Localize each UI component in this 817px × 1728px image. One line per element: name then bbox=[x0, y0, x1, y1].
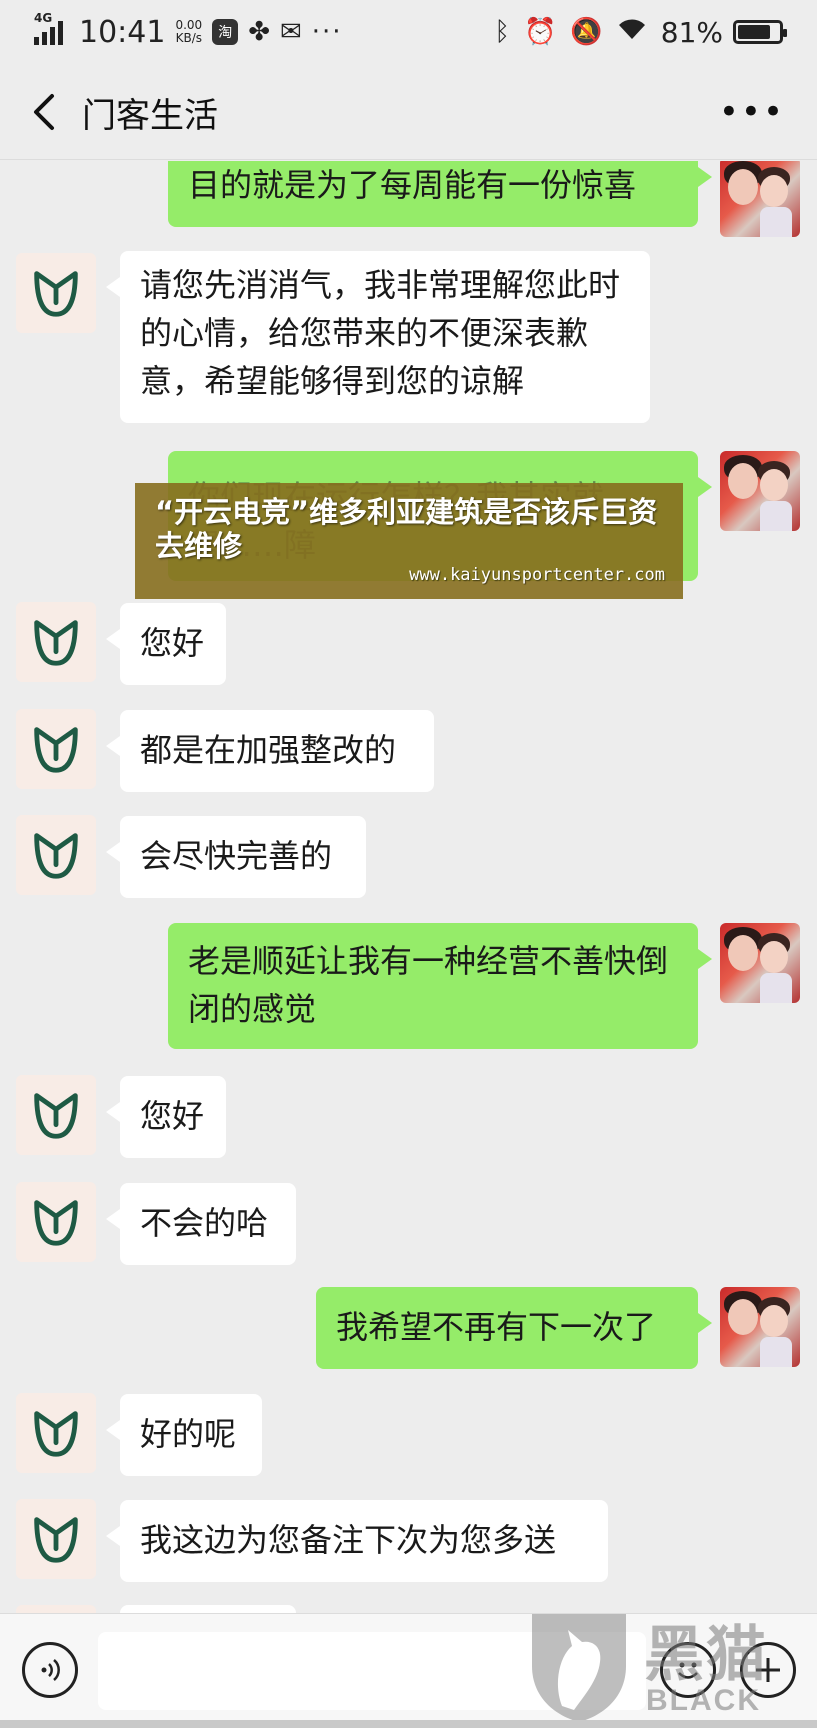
ad-overlay-banner[interactable]: “开云电竞”维多利亚建筑是否该斥巨资去维修 www.kaiyunsportcen… bbox=[135, 483, 683, 599]
black-cat-watermark: 黑猫 BLACK CAT bbox=[520, 1600, 817, 1728]
user-avatar[interactable] bbox=[720, 161, 800, 237]
chat-header: 门客生活 ••• bbox=[0, 64, 817, 160]
tulip-logo-icon bbox=[34, 271, 78, 317]
cat-shield-logo-icon bbox=[532, 1614, 626, 1722]
user-avatar[interactable] bbox=[720, 923, 800, 1003]
chevron-left-icon bbox=[34, 94, 54, 130]
status-bar: 4G 10:41 0.00 KB/s 淘 ✤ ✉ ··· ᛒ ⏰ 🔕 81% bbox=[0, 0, 817, 64]
message-bubble[interactable]: 好的呢 bbox=[106, 1394, 262, 1476]
service-avatar[interactable] bbox=[16, 1182, 96, 1262]
watermark-cn: 黑猫 bbox=[644, 1620, 768, 1690]
service-avatar[interactable] bbox=[16, 1499, 96, 1579]
message-list[interactable]: 目的就是为了每周能有一份惊喜 请您先消消气，我非常理解您此时的心情，给您带来的不… bbox=[0, 161, 817, 1613]
message-bubble[interactable]: 您好 bbox=[106, 1076, 226, 1158]
more-options-button[interactable]: ••• bbox=[719, 92, 785, 132]
speed-unit: KB/s bbox=[175, 31, 203, 45]
message-bubble[interactable]: 您好 bbox=[106, 603, 226, 685]
voice-icon bbox=[41, 1659, 60, 1681]
bluetooth-icon: ᛒ bbox=[494, 17, 511, 47]
service-avatar[interactable] bbox=[16, 253, 96, 333]
service-avatar[interactable] bbox=[16, 815, 96, 895]
overlay-title: “开云电竞”维多利亚建筑是否该斥巨资去维修 bbox=[155, 495, 658, 563]
service-avatar[interactable] bbox=[16, 709, 96, 789]
tulip-logo-icon bbox=[34, 620, 78, 666]
signal-icon: 4G bbox=[34, 11, 63, 45]
tulip-logo-icon bbox=[34, 727, 78, 773]
tulip-logo-icon bbox=[34, 1093, 78, 1139]
back-button[interactable] bbox=[26, 90, 66, 134]
user-avatar[interactable] bbox=[720, 1287, 800, 1367]
tulip-logo-icon bbox=[34, 1411, 78, 1457]
chat-title: 门客生活 bbox=[82, 96, 218, 136]
tulip-logo-icon bbox=[34, 1200, 78, 1246]
battery-percent: 81% bbox=[660, 15, 723, 49]
network-speed: 0.00 KB/s bbox=[175, 19, 202, 45]
message-bubble-partial[interactable] bbox=[120, 1605, 296, 1613]
network-type: 4G bbox=[34, 11, 53, 25]
wifi-icon bbox=[617, 17, 647, 48]
message-bubble[interactable]: 我这边为您备注下次为您多送 bbox=[106, 1500, 608, 1582]
clock: 10:41 bbox=[79, 14, 166, 50]
message-bubble[interactable]: 不会的哈 bbox=[106, 1183, 296, 1265]
service-avatar[interactable] bbox=[16, 1075, 96, 1155]
taobao-icon: 淘 bbox=[212, 19, 239, 45]
message-bubble[interactable]: 目的就是为了每周能有一份惊喜 bbox=[168, 161, 712, 227]
battery-indicator: 81% bbox=[660, 15, 787, 49]
alarm-icon: ⏰ bbox=[524, 17, 557, 47]
message-bubble[interactable]: 都是在加强整改的 bbox=[106, 710, 434, 792]
message-bubble[interactable]: 我希望不再有下一次了 bbox=[316, 1287, 712, 1369]
overlay-url: www.kaiyunsportcenter.com bbox=[409, 565, 665, 585]
message-bubble[interactable]: 老是顺延让我有一种经营不善快倒闭的感觉 bbox=[168, 923, 712, 1049]
mail-icon: ✉ bbox=[279, 17, 302, 47]
voice-input-button[interactable] bbox=[22, 1642, 78, 1698]
user-avatar[interactable] bbox=[720, 451, 800, 531]
tulip-logo-icon bbox=[34, 833, 78, 879]
more-notifications-icon: ··· bbox=[311, 17, 343, 47]
message-bubble[interactable]: 请您先消消气，我非常理解您此时的心情，给您带来的不便深表歉意，希望能够得到您的谅… bbox=[106, 251, 650, 423]
mute-icon: 🔕 bbox=[570, 17, 603, 47]
battery-icon bbox=[733, 20, 787, 44]
bottom-strip bbox=[0, 1720, 817, 1728]
pinwheel-icon: ✤ bbox=[248, 17, 270, 47]
service-avatar[interactable] bbox=[16, 1605, 96, 1613]
service-avatar[interactable] bbox=[16, 602, 96, 682]
service-avatar[interactable] bbox=[16, 1393, 96, 1473]
tulip-logo-icon bbox=[34, 1517, 78, 1563]
message-bubble[interactable]: 会尽快完善的 bbox=[106, 816, 366, 898]
